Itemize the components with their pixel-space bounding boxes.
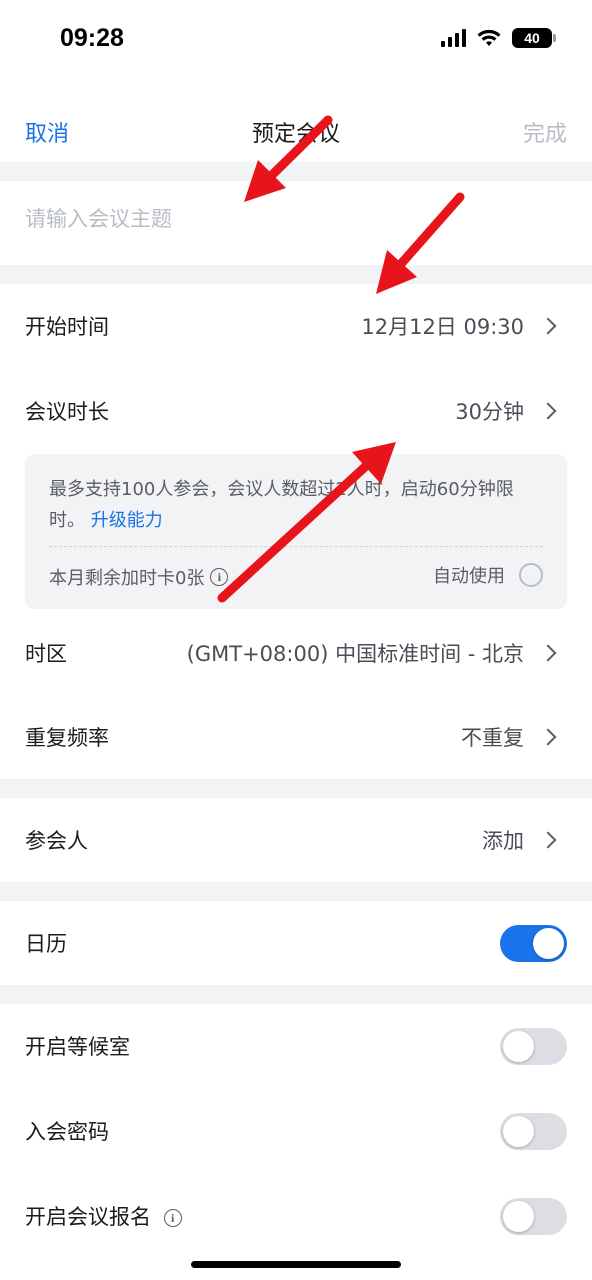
status-time: 09:28	[60, 24, 124, 52]
calendar-label: 日历	[25, 932, 67, 956]
chevron-right-icon	[539, 831, 557, 849]
home-indicator	[191, 1261, 401, 1268]
calendar-section: 日历	[0, 901, 592, 985]
start-time-label: 开始时间	[25, 315, 109, 339]
repeat-label: 重复频率	[25, 726, 109, 750]
duration-row[interactable]: 会议时长 30分钟	[0, 369, 592, 453]
chevron-right-icon	[539, 317, 557, 335]
info-icon[interactable]: i	[210, 568, 229, 586]
chevron-right-icon	[539, 728, 557, 746]
topic-section	[0, 181, 592, 265]
registration-toggle[interactable]	[500, 1197, 567, 1235]
password-row: 入会密码	[0, 1089, 592, 1173]
start-time-value: 12月12日 09:30	[361, 315, 524, 339]
chevron-right-icon	[539, 402, 557, 420]
participants-value: 添加	[482, 829, 524, 853]
meeting-topic-input[interactable]	[25, 207, 565, 231]
participants-row[interactable]: 参会人 添加	[0, 798, 592, 882]
chevron-right-icon	[539, 644, 557, 662]
upgrade-link[interactable]: 升级能力	[91, 510, 163, 531]
timezone-label: 时区	[25, 642, 67, 666]
info-icon[interactable]: i	[163, 1209, 182, 1227]
calendar-toggle[interactable]	[500, 924, 567, 962]
registration-row: 开启会议报名 i	[0, 1174, 592, 1258]
timezone-row[interactable]: 时区 (GMT+08:00) 中国标准时间 - 北京	[0, 611, 592, 695]
radio-icon[interactable]	[519, 563, 543, 587]
wifi-icon	[477, 29, 501, 46]
waiting-room-toggle[interactable]	[500, 1027, 567, 1065]
calendar-row: 日历	[0, 901, 592, 985]
auto-use-option[interactable]: 自动使用	[433, 562, 543, 588]
timezone-value: (GMT+08:00) 中国标准时间 - 北京	[186, 642, 524, 666]
time-limit-info-text: 最多支持100人参会，会议人数超过2人时，启动60分钟限时。 升级能力	[49, 474, 549, 536]
participants-section: 参会人 添加	[0, 798, 592, 882]
repeat-row[interactable]: 重复频率 不重复	[0, 695, 592, 779]
duration-value: 30分钟	[455, 400, 524, 424]
status-icons: 40	[441, 28, 556, 48]
time-section: 开始时间 12月12日 09:30 会议时长 30分钟 最多支持100人参会，会…	[0, 284, 592, 779]
done-button[interactable]: 完成	[523, 116, 567, 148]
auto-use-label: 自动使用	[433, 566, 505, 587]
battery-icon: 40	[512, 28, 556, 48]
divider	[49, 546, 543, 547]
repeat-value: 不重复	[461, 726, 524, 750]
extension-cards-text: 本月剩余加时卡0张	[49, 568, 205, 589]
page-title: 预定会议	[251, 122, 340, 147]
meeting-settings-section: 开启等候室 入会密码 开启会议报名 i	[0, 1004, 592, 1280]
extension-cards-info: 本月剩余加时卡0张 i	[49, 564, 229, 590]
waiting-room-row: 开启等候室	[0, 1004, 592, 1088]
waiting-room-label: 开启等候室	[25, 1035, 130, 1059]
duration-label: 会议时长	[25, 400, 109, 424]
start-time-row[interactable]: 开始时间 12月12日 09:30	[0, 284, 592, 368]
time-limit-info-box: 最多支持100人参会，会议人数超过2人时，启动60分钟限时。 升级能力 本月剩余…	[25, 454, 567, 609]
participants-label: 参会人	[25, 829, 88, 853]
registration-label-text: 开启会议报名	[25, 1205, 151, 1229]
signal-icon	[441, 29, 466, 47]
password-toggle[interactable]	[500, 1112, 567, 1150]
nav-bar: 取消 预定会议 完成	[0, 80, 592, 162]
password-label: 入会密码	[25, 1120, 109, 1144]
registration-label: 开启会议报名 i	[25, 1201, 182, 1231]
status-bar: 09:28 40	[0, 0, 592, 80]
